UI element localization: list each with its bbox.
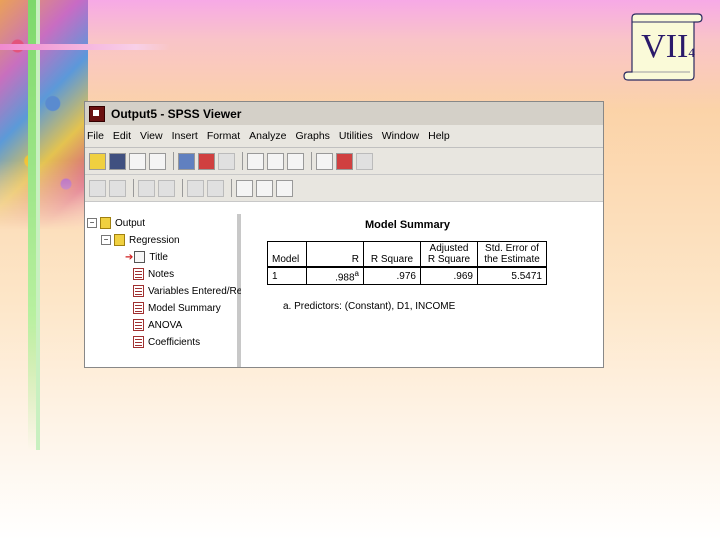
tree-label: Title bbox=[149, 251, 168, 263]
cell-std-error: 5.5471 bbox=[477, 266, 547, 286]
use-sets-icon[interactable] bbox=[316, 152, 333, 170]
pivot-table-icon bbox=[133, 285, 144, 297]
decorative-collage bbox=[0, 0, 88, 230]
title-bar: Output5 - SPSS Viewer bbox=[85, 102, 603, 125]
tree-item-anova[interactable]: ANOVA bbox=[133, 319, 182, 331]
print-preview-icon[interactable] bbox=[149, 152, 166, 170]
open-folder-icon[interactable] bbox=[89, 152, 106, 170]
cell-model: 1 bbox=[267, 266, 307, 286]
pivot-table-icon bbox=[133, 336, 144, 348]
menu-utilities[interactable]: Utilities bbox=[339, 130, 373, 142]
header-adjusted-r-square: Adjusted R Square bbox=[420, 241, 478, 268]
tree-item-coefficients[interactable]: Coefficients bbox=[133, 336, 200, 348]
goto-data-icon[interactable] bbox=[247, 152, 264, 170]
tree-label: Regression bbox=[129, 234, 180, 246]
table-footnote: a. Predictors: (Constant), D1, INCOME bbox=[283, 301, 456, 312]
header-model: Model bbox=[267, 241, 307, 268]
goto-case-icon[interactable] bbox=[267, 152, 284, 170]
tree-label: ANOVA bbox=[148, 319, 183, 331]
tree-label: Coefficients bbox=[148, 336, 201, 348]
run-icon[interactable] bbox=[356, 152, 373, 170]
outline-pane: − Output − Regression ➔ Title Notes Vari… bbox=[85, 214, 256, 367]
variables-icon[interactable] bbox=[287, 152, 304, 170]
window-title: Output5 - SPSS Viewer bbox=[111, 106, 242, 121]
hide-icon[interactable] bbox=[207, 179, 224, 197]
menu-bar: File Edit View Insert Format Analyze Gra… bbox=[85, 125, 603, 148]
tree-item-model-summary[interactable]: Model Summary bbox=[133, 302, 221, 314]
menu-window[interactable]: Window bbox=[382, 130, 419, 142]
export-icon[interactable] bbox=[178, 152, 195, 170]
cell-adjusted-r-square: .969 bbox=[420, 266, 478, 286]
tree-item-variables[interactable]: Variables Entered/Remo bbox=[133, 285, 256, 297]
section-number: VII4 bbox=[641, 28, 695, 65]
designate-window-icon[interactable] bbox=[336, 152, 353, 170]
tree-item-title[interactable]: ➔ Title bbox=[125, 251, 168, 263]
insert-text-icon[interactable] bbox=[276, 179, 293, 197]
book-icon bbox=[100, 217, 111, 229]
notes-table-icon bbox=[133, 268, 144, 280]
decorative-pink-bar bbox=[0, 44, 170, 50]
title-doc-icon bbox=[134, 251, 146, 263]
collapse-icon[interactable] bbox=[158, 179, 175, 197]
tree-item-regression[interactable]: − Regression bbox=[101, 234, 180, 246]
tree-label: Notes bbox=[148, 268, 175, 280]
insert-title-icon[interactable] bbox=[256, 179, 273, 197]
menu-analyze[interactable]: Analyze bbox=[249, 130, 286, 142]
undo-icon[interactable] bbox=[218, 152, 235, 170]
model-summary-table[interactable]: Model R R Square Adjusted R Square Std. E… bbox=[267, 241, 547, 286]
tree-label: Model Summary bbox=[148, 302, 221, 314]
tree-item-notes[interactable]: Notes bbox=[133, 268, 174, 280]
menu-file[interactable]: File bbox=[87, 130, 104, 142]
viewer-content: − Output − Regression ➔ Title Notes Vari… bbox=[85, 214, 603, 367]
expand-icon[interactable] bbox=[138, 179, 155, 197]
header-r: R bbox=[306, 241, 364, 268]
header-r-square: R Square bbox=[363, 241, 421, 268]
show-icon[interactable] bbox=[187, 179, 204, 197]
output-pane: Model Summary Model R R Square Adjusted R… bbox=[241, 214, 603, 367]
pivot-table-icon bbox=[133, 319, 144, 331]
outline-toolbar bbox=[85, 175, 603, 202]
table-row: 1 .988a .976 .969 5.5471 bbox=[267, 266, 547, 286]
spss-viewer-window: Output5 - SPSS Viewer File Edit View Ins… bbox=[84, 101, 604, 368]
menu-view[interactable]: View bbox=[140, 130, 163, 142]
book-icon bbox=[114, 234, 125, 246]
menu-help[interactable]: Help bbox=[428, 130, 450, 142]
menu-insert[interactable]: Insert bbox=[172, 130, 198, 142]
current-item-arrow-icon: ➔ bbox=[125, 251, 134, 263]
spss-app-icon bbox=[89, 105, 105, 122]
pivot-table-icon bbox=[133, 302, 144, 314]
insert-heading-icon[interactable] bbox=[236, 179, 253, 197]
tree-label: Variables Entered/Remo bbox=[148, 285, 257, 297]
menu-graphs[interactable]: Graphs bbox=[295, 130, 329, 142]
collapse-icon[interactable]: − bbox=[87, 218, 97, 228]
demote-icon[interactable] bbox=[109, 179, 126, 197]
save-icon[interactable] bbox=[109, 152, 126, 170]
promote-icon[interactable] bbox=[89, 179, 106, 197]
decorative-green-bar-inner bbox=[36, 0, 40, 450]
tree-item-output[interactable]: − Output bbox=[87, 217, 145, 229]
table-title: Model Summary bbox=[365, 219, 450, 231]
header-std-error: Std. Error of the Estimate bbox=[477, 241, 547, 268]
cell-r-square: .976 bbox=[363, 266, 421, 286]
tree-label: Output bbox=[115, 217, 146, 229]
menu-format[interactable]: Format bbox=[207, 130, 240, 142]
main-toolbar bbox=[85, 148, 603, 175]
table-header-row: Model R R Square Adjusted R Square Std. E… bbox=[267, 241, 547, 268]
dialog-recall-icon[interactable] bbox=[198, 152, 215, 170]
print-icon[interactable] bbox=[129, 152, 146, 170]
cell-r: .988a bbox=[306, 266, 364, 286]
menu-edit[interactable]: Edit bbox=[113, 130, 131, 142]
collapse-icon[interactable]: − bbox=[101, 235, 111, 245]
